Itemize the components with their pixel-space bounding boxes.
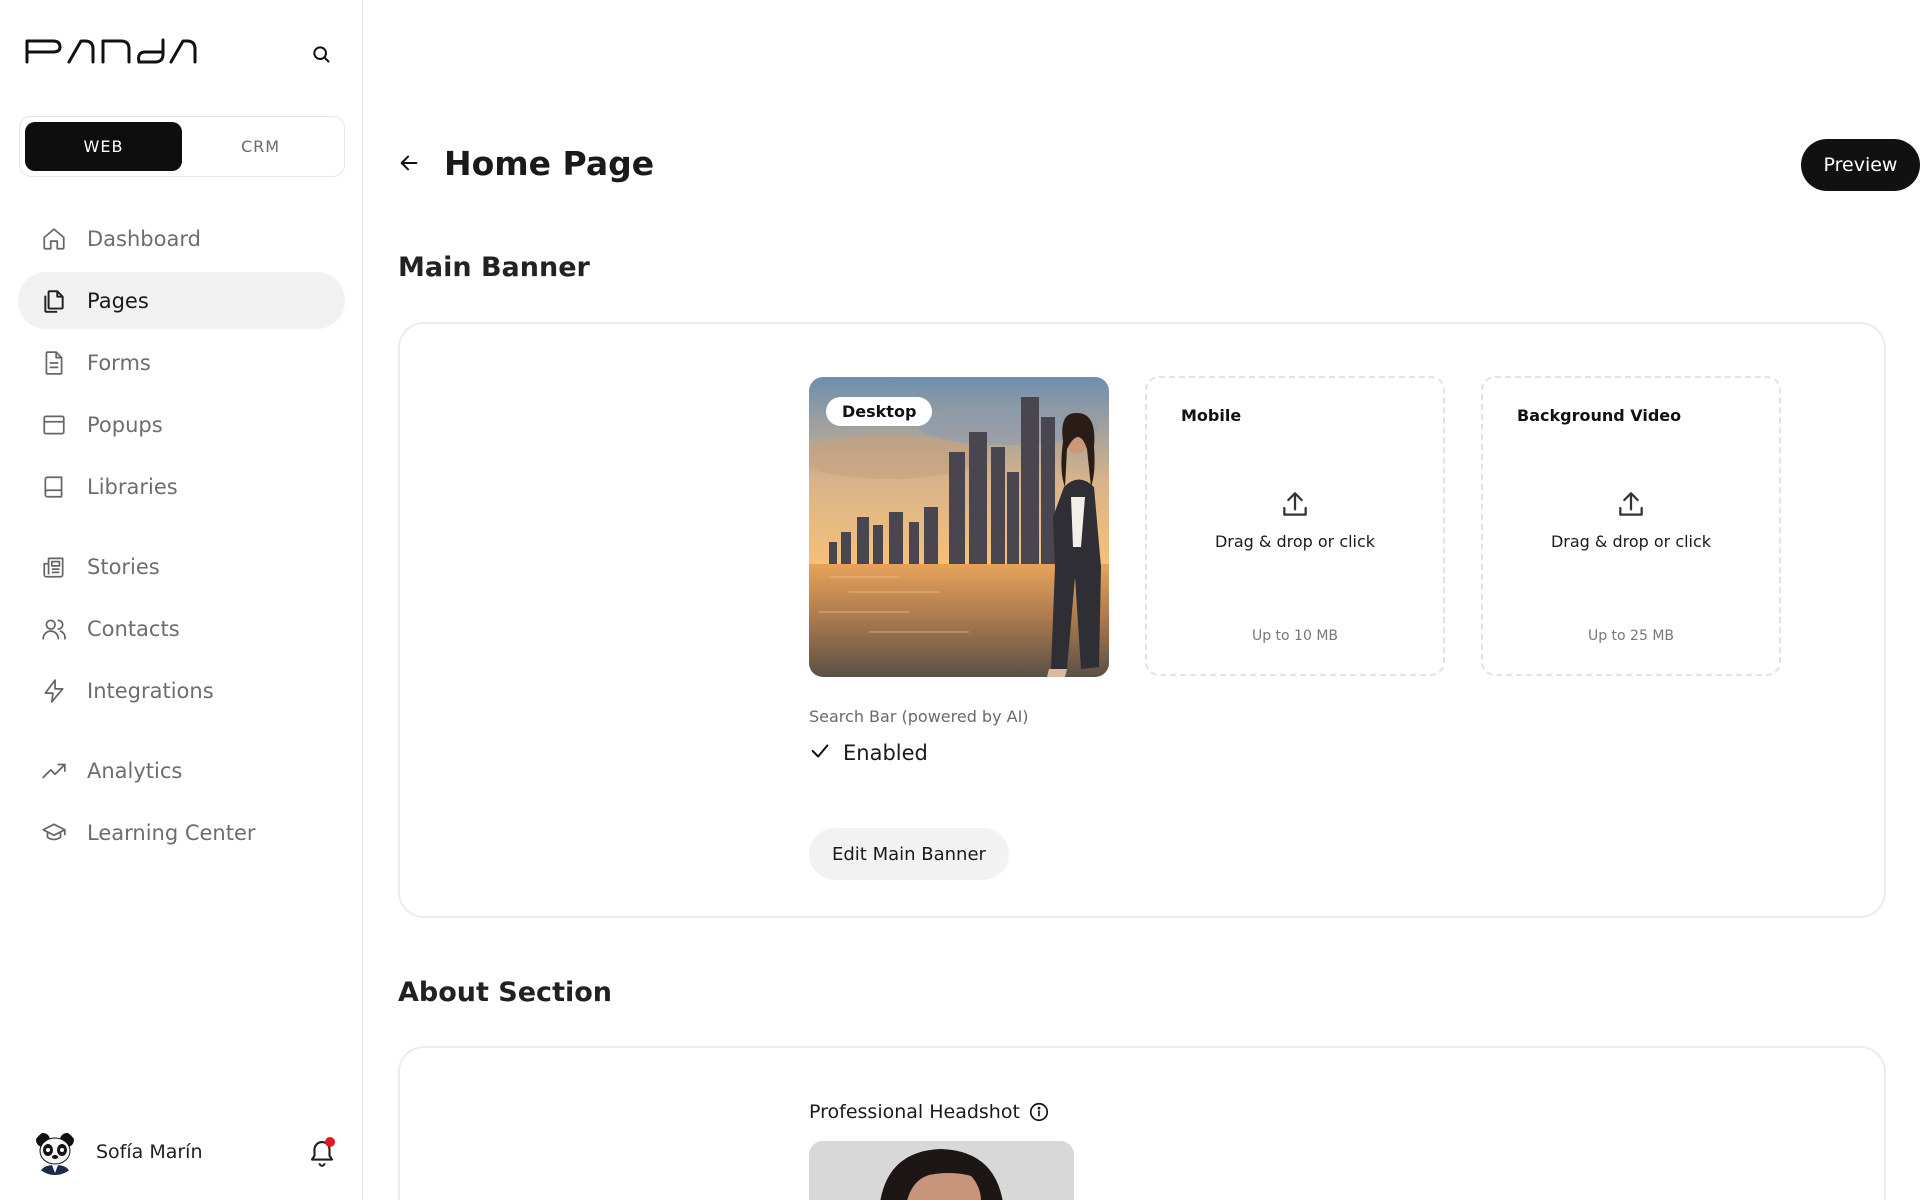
arrow-left-icon: [398, 152, 420, 178]
upload-icon: [1279, 488, 1311, 524]
sidebar-item-label: Pages: [87, 288, 149, 313]
users-icon: [40, 615, 68, 643]
sidebar-item-learning-center[interactable]: Learning Center: [18, 804, 345, 861]
status-text: Enabled: [843, 741, 928, 765]
about-section-card: [398, 1046, 1886, 1200]
mobile-upload-dropzone[interactable]: Mobile Drag & drop or click Up to 10 MB: [1145, 376, 1445, 676]
web-crm-toggle: WEB CRM: [19, 116, 345, 177]
desktop-badge: Desktop: [826, 397, 933, 426]
sidebar-item-label: Learning Center: [87, 820, 256, 845]
main-content: Home Page Preview Main Banner Desktop Mo…: [364, 0, 1920, 1200]
search-icon: [311, 44, 331, 68]
user-name: Sofía Marín: [96, 1141, 203, 1163]
upload-text: Drag & drop or click: [1550, 532, 1712, 551]
sidebar-item-analytics[interactable]: Analytics: [18, 742, 345, 799]
sidebar-item-pages[interactable]: Pages: [18, 272, 345, 329]
sidebar-item-label: Popups: [87, 412, 163, 437]
sidebar-item-popups[interactable]: Popups: [18, 396, 345, 453]
headshot-photo: [809, 1141, 1074, 1200]
preview-button[interactable]: Preview: [1801, 139, 1920, 191]
upload-icon: [1615, 488, 1647, 524]
upload-limit: Up to 25 MB: [1587, 628, 1675, 644]
upload-text: Drag & drop or click: [1214, 532, 1376, 551]
headshot-label: Professional Headshot: [809, 1101, 1050, 1123]
sidebar-item-label: Forms: [87, 350, 151, 375]
bell-icon: [307, 1141, 337, 1171]
sidebar: WEB CRM Dashboard Pages Forms Popups Lib…: [0, 0, 363, 1200]
sidebar-item-libraries[interactable]: Libraries: [18, 458, 345, 515]
sidebar-item-label: Analytics: [87, 758, 183, 783]
toggle-web[interactable]: WEB: [25, 122, 182, 171]
newspaper-icon: [40, 553, 68, 581]
mobile-label: Mobile: [1181, 406, 1242, 425]
sidebar-item-stories[interactable]: Stories: [18, 538, 345, 595]
window-icon: [40, 411, 68, 439]
sidebar-item-contacts[interactable]: Contacts: [18, 600, 345, 657]
brand-row: [25, 38, 335, 68]
upload-limit: Up to 10 MB: [1251, 628, 1339, 644]
info-icon[interactable]: [1028, 1101, 1050, 1123]
home-icon: [40, 225, 68, 253]
notifications-button[interactable]: [307, 1137, 337, 1167]
lightning-icon: [40, 677, 68, 705]
user-profile[interactable]: Sofía Marín: [32, 1128, 337, 1176]
sidebar-item-dashboard[interactable]: Dashboard: [18, 210, 345, 267]
graduation-cap-icon: [40, 819, 68, 847]
edit-main-banner-button[interactable]: Edit Main Banner: [809, 828, 1009, 880]
background-video-dropzone[interactable]: Background Video Drag & drop or click Up…: [1481, 376, 1781, 676]
panda-logo[interactable]: [25, 38, 201, 68]
trend-up-icon: [40, 757, 68, 785]
sidebar-item-forms[interactable]: Forms: [18, 334, 345, 391]
back-button[interactable]: [394, 150, 424, 180]
search-bar-label: Search Bar (powered by AI): [809, 707, 1029, 726]
sidebar-item-label: Dashboard: [87, 226, 201, 251]
sidebar-item-label: Libraries: [87, 474, 178, 499]
document-icon: [40, 349, 68, 377]
sidebar-item-label: Stories: [87, 554, 160, 579]
notification-dot: [325, 1137, 335, 1147]
sidebar-item-integrations[interactable]: Integrations: [18, 662, 345, 719]
search-button[interactable]: [307, 42, 335, 70]
sidebar-nav: Dashboard Pages Forms Popups Libraries S…: [18, 210, 345, 866]
avatar[interactable]: [32, 1129, 78, 1175]
toggle-crm[interactable]: CRM: [182, 122, 339, 171]
desktop-image-tile[interactable]: Desktop: [809, 377, 1109, 677]
sidebar-item-label: Contacts: [87, 616, 180, 641]
about-section-title: About Section: [398, 977, 612, 1008]
book-icon: [40, 473, 68, 501]
pages-icon: [40, 287, 68, 315]
search-bar-status: Enabled: [809, 740, 928, 766]
headshot-image[interactable]: [809, 1141, 1074, 1200]
headshot-label-text: Professional Headshot: [809, 1101, 1020, 1123]
upload-prompt: Drag & drop or click: [1483, 488, 1779, 551]
page-title: Home Page: [444, 144, 655, 183]
check-icon: [809, 740, 831, 766]
background-video-label: Background Video: [1517, 406, 1682, 425]
main-banner-title: Main Banner: [398, 252, 590, 283]
sidebar-item-label: Integrations: [87, 678, 214, 703]
upload-prompt: Drag & drop or click: [1147, 488, 1443, 551]
